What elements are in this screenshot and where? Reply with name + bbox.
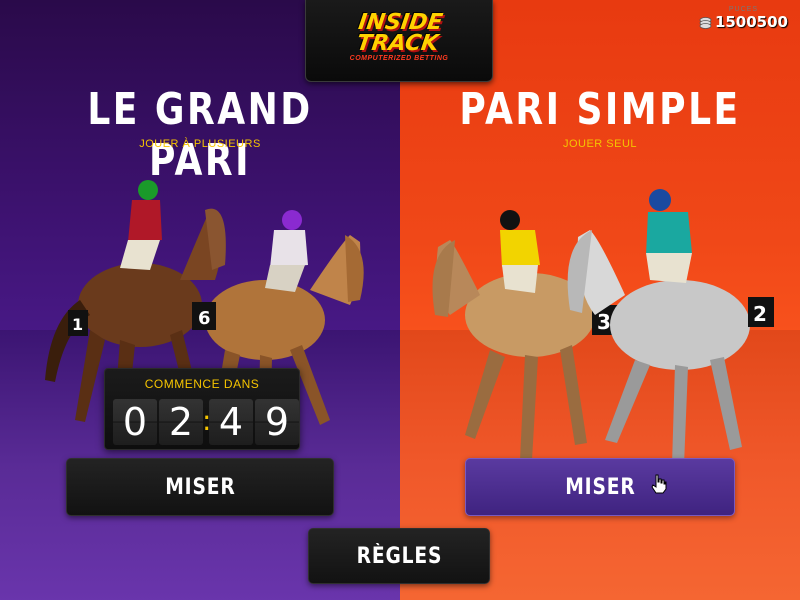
logo-text: INSIDE TRACK	[355, 10, 445, 56]
countdown-digit: 2	[159, 399, 203, 445]
countdown-digit: 0	[113, 399, 157, 445]
multiplayer-subtitle: JOUER À PLUSIEURS	[139, 138, 261, 150]
chips-value: 1500500	[714, 13, 788, 31]
hand-cursor-icon	[651, 474, 667, 494]
racing-horses-illustration: 3 2	[432, 189, 774, 465]
horse-number-6: 6	[198, 308, 211, 329]
chips-balance: PUCES 1500500	[699, 6, 788, 31]
horse-number-2: 2	[753, 302, 767, 326]
rules-button-label: RÈGLES	[356, 543, 442, 569]
logo-tagline: COMPUTERIZED BETTING	[349, 55, 449, 62]
bet-button-label: MISER	[164, 474, 236, 500]
rules-button[interactable]: RÈGLES	[308, 528, 490, 584]
race-countdown: COMMENCE DANS 0 2 : 4 9	[104, 368, 300, 450]
countdown-label: COMMENCE DANS	[144, 377, 260, 391]
inside-track-logo: INSIDE TRACK COMPUTERIZED BETTING	[305, 0, 493, 82]
solo-panel: PARI SIMPLE JOUER SEUL 3 2 MISER	[400, 0, 800, 600]
bet-button-label: MISER	[564, 474, 636, 500]
countdown-digit: 9	[255, 399, 299, 445]
solo-title: PARI SIMPLE	[459, 84, 741, 135]
solo-bet-button[interactable]: MISER	[465, 458, 735, 516]
chips-icon	[699, 16, 712, 29]
chips-label: PUCES	[728, 6, 758, 13]
horse-number-1: 1	[72, 315, 83, 334]
multiplayer-bet-button[interactable]: MISER	[66, 458, 334, 516]
multiplayer-panel: LE GRAND PARI JOUER À PLUSIEURS 1 6 COMM…	[0, 0, 400, 600]
solo-subtitle: JOUER SEUL	[562, 138, 638, 150]
countdown-digit: 4	[209, 399, 253, 445]
horse-number-3: 3	[597, 310, 611, 334]
